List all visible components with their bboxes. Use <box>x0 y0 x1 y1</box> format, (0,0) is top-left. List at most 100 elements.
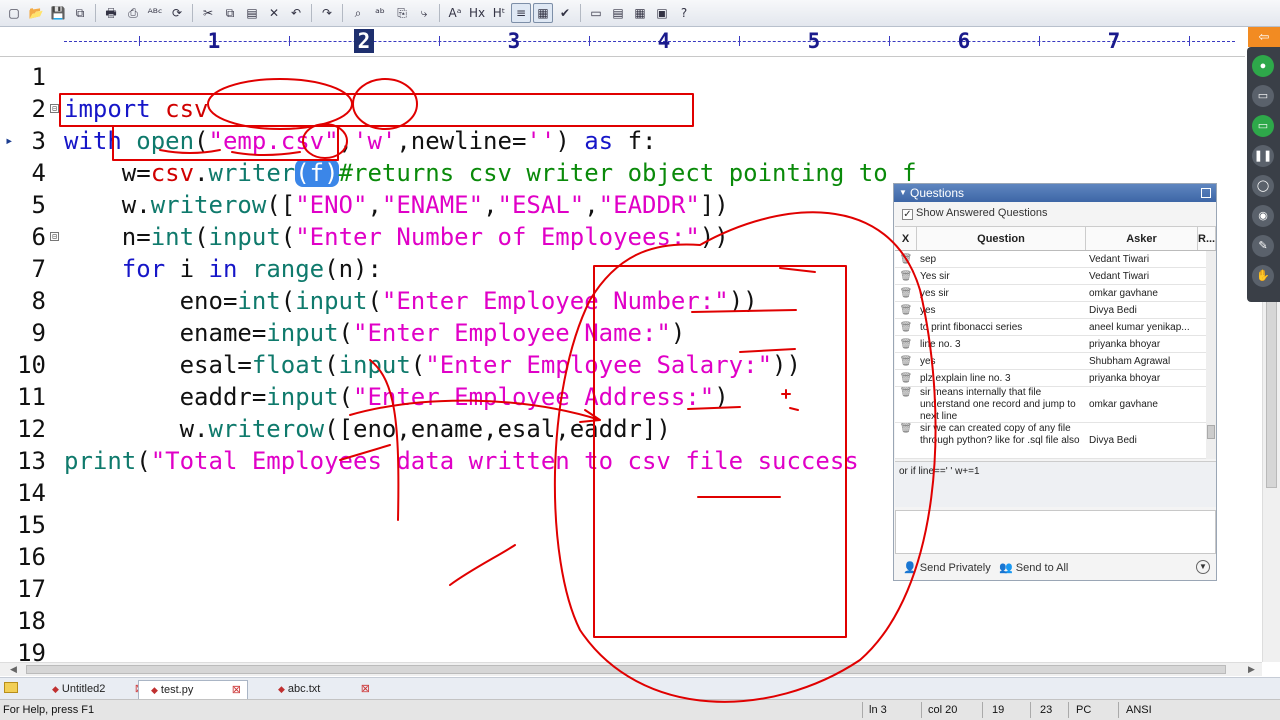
word-wrap-icon[interactable]: ≡ <box>511 3 531 23</box>
folder-icon[interactable] <box>4 682 18 693</box>
hand-icon[interactable]: ✋ <box>1252 265 1274 287</box>
pen-icon[interactable]: ✎ <box>1252 235 1274 257</box>
question-row[interactable]: 🗑 sir means internally that file understa… <box>895 387 1216 423</box>
column-header[interactable]: X <box>895 227 917 250</box>
question-row[interactable]: 🗑 sir we can created copy of any file thr… <box>895 423 1216 459</box>
line-number: 15 <box>17 511 46 539</box>
close-tab-icon[interactable]: ⊠ <box>361 680 370 699</box>
trash-icon[interactable]: 🗑 <box>895 319 917 335</box>
popout-icon[interactable] <box>1201 188 1211 198</box>
help-icon[interactable]: ? <box>674 3 694 23</box>
asker-name: Shubham Agrawal <box>1089 356 1171 367</box>
ruler-tick <box>739 36 740 46</box>
replace-icon[interactable]: ᵃᵇ <box>370 3 390 23</box>
asker-name: Divya Bedi <box>1089 305 1137 316</box>
document-tab[interactable]: ◆Untitled2⊠ <box>40 680 150 699</box>
open-folder-icon[interactable]: 📂 <box>26 3 46 23</box>
copy-icon[interactable]: ⧉ <box>220 3 240 23</box>
line-number: 9 <box>31 319 46 347</box>
refresh-icon[interactable]: ⟳ <box>167 3 187 23</box>
paste-icon[interactable]: ▤ <box>242 3 262 23</box>
window-icon[interactable]: ▭ <box>586 3 606 23</box>
camera-icon[interactable]: ▭ <box>1252 85 1274 107</box>
undo-icon[interactable]: ↶ <box>286 3 306 23</box>
column-header[interactable]: Asker <box>1086 227 1198 250</box>
status-help: For Help, press F1 <box>3 704 95 716</box>
column-mode-icon[interactable]: ▦ <box>533 3 553 23</box>
question-row[interactable]: 🗑 Yes sir Vedant Tiwari <box>895 268 1216 285</box>
scroll-left-icon[interactable]: ◀ <box>10 664 17 675</box>
question-row[interactable]: 🗑 to print fibonacci series aneel kumar ye… <box>895 319 1216 336</box>
document-tabs: ◆Untitled2⊠◆test.py⊠ ◆abc.txt⊠ <box>0 677 1280 699</box>
trash-icon[interactable]: 🗑 <box>895 353 917 369</box>
find-in-files-icon[interactable]: ⎘ <box>392 3 412 23</box>
status-line: ln 3 <box>869 704 887 716</box>
column-header[interactable]: Question <box>917 227 1086 250</box>
question-row[interactable]: 🗑 yes sir omkar gavhane <box>895 285 1216 302</box>
column-header[interactable]: R... <box>1198 227 1216 250</box>
cut-icon[interactable]: ✂ <box>198 3 218 23</box>
mouse-icon[interactable]: ◯ <box>1252 175 1274 197</box>
save-all-icon[interactable]: ⧉ <box>70 3 90 23</box>
arrow-left-icon[interactable]: ⇦ <box>1248 27 1280 47</box>
show-answered-checkbox[interactable]: ✓ Show Answered Questions <box>894 202 1216 224</box>
delete-icon[interactable]: ✕ <box>264 3 284 23</box>
tile-icon[interactable]: ▤ <box>608 3 628 23</box>
ruler-number: 2 <box>354 29 374 53</box>
html-icon[interactable]: Hᵗ <box>489 3 509 23</box>
checkbox-icon[interactable]: ✓ <box>902 209 913 220</box>
trash-icon[interactable]: 🗑 <box>895 268 917 284</box>
trash-icon[interactable]: 🗑 <box>895 285 917 301</box>
hex-icon[interactable]: Hx <box>467 3 487 23</box>
questions-scrollbar[interactable] <box>1206 251 1216 459</box>
camera-alt-icon[interactable]: ◉ <box>1252 205 1274 227</box>
scroll-thumb[interactable] <box>1207 425 1215 439</box>
trash-icon[interactable]: 🗑 <box>895 302 917 318</box>
options-menu-icon[interactable]: ▼ <box>1196 560 1210 574</box>
question-row[interactable]: 🗑 sep Vedant Tiwari <box>895 251 1216 268</box>
line-number-row: 11 <box>0 381 64 413</box>
trash-icon[interactable]: 🗑 <box>895 423 917 458</box>
main-toolbar: ▢ 📂 💾 ⧉ 🖶 ⎙ ᴬᴮᶜ ⟳ ✂ ⧉ ▤ ✕ ↶ ↷ ⌕ ᵃᵇ ⎘ ⤷ Aᵃ Hx Hᵗ ≡ ▦ ✔ ▭ ▤ ▦ ▣? <box>0 0 1280 27</box>
fold-toggle-icon[interactable]: ⊟ <box>50 104 59 113</box>
close-tab-icon[interactable]: ⊠ <box>232 681 241 700</box>
trash-icon[interactable]: 🗑 <box>895 336 917 352</box>
horizontal-scrollbar[interactable]: ◀ ▶ <box>0 662 1262 676</box>
spellcheck-icon[interactable]: ᴬᴮᶜ <box>145 3 165 23</box>
answer-input[interactable] <box>895 510 1216 554</box>
editor-window: ▢ 📂 💾 ⧉ 🖶 ⎙ ᴬᴮᶜ ⟳ ✂ ⧉ ▤ ✕ ↶ ↷ ⌕ ᵃᵇ ⎘ ⤷ Aᵃ Hx Hᵗ ≡ ▦ ✔ ▭ ▤ ▦ ▣? 1234… <box>0 0 1280 720</box>
trash-icon[interactable]: 🗑 <box>895 387 917 422</box>
check-icon[interactable]: ✔ <box>555 3 575 23</box>
scroll-thumb[interactable] <box>26 665 1226 674</box>
line-number: 4 <box>31 159 46 187</box>
fullscreen-icon[interactable]: ▣ <box>652 3 672 23</box>
document-tab[interactable]: ◆ test.py ⊠ <box>138 680 248 699</box>
save-icon[interactable]: 💾 <box>48 3 68 23</box>
goto-icon[interactable]: ⤷ <box>414 3 434 23</box>
list-icon[interactable]: ▦ <box>630 3 650 23</box>
fold-toggle-icon[interactable]: ⊟ <box>50 232 59 241</box>
questions-header[interactable]: ▼ Questions <box>894 184 1216 202</box>
trash-icon[interactable]: 🗑 <box>895 370 917 386</box>
question-row[interactable]: 🗑 yes Divya Bedi <box>895 302 1216 319</box>
find-icon[interactable]: ⌕ <box>348 3 368 23</box>
pause-icon[interactable]: ❚❚ <box>1252 145 1274 167</box>
line-number: 2 <box>31 95 46 123</box>
redo-icon[interactable]: ↷ <box>317 3 337 23</box>
question-row[interactable]: 🗑 line no. 3 priyanka bhoyar <box>895 336 1216 353</box>
print-preview-icon[interactable]: ⎙ <box>123 3 143 23</box>
line-number-row: 5 <box>0 189 64 221</box>
new-file-icon[interactable]: ▢ <box>4 3 24 23</box>
font-icon[interactable]: Aᵃ <box>445 3 465 23</box>
document-tab[interactable]: ◆ abc.txt ⊠ <box>266 680 376 699</box>
send-to-all-button[interactable]: 👥 Send to All <box>999 561 1068 574</box>
send-privately-button[interactable]: 👤 Send Privately <box>903 561 991 574</box>
screen-share-icon[interactable]: ▭ <box>1252 115 1274 137</box>
collapse-icon[interactable]: ▼ <box>899 184 907 202</box>
mic-icon[interactable]: ● <box>1252 55 1274 77</box>
question-row[interactable]: 🗑 yes Shubham Agrawal <box>895 353 1216 370</box>
print-icon[interactable]: 🖶 <box>101 3 121 23</box>
trash-icon[interactable]: 🗑 <box>895 251 917 267</box>
question-row[interactable]: 🗑 plz explain line no. 3 priyanka bhoyar <box>895 370 1216 387</box>
scroll-right-icon[interactable]: ▶ <box>1248 664 1255 675</box>
